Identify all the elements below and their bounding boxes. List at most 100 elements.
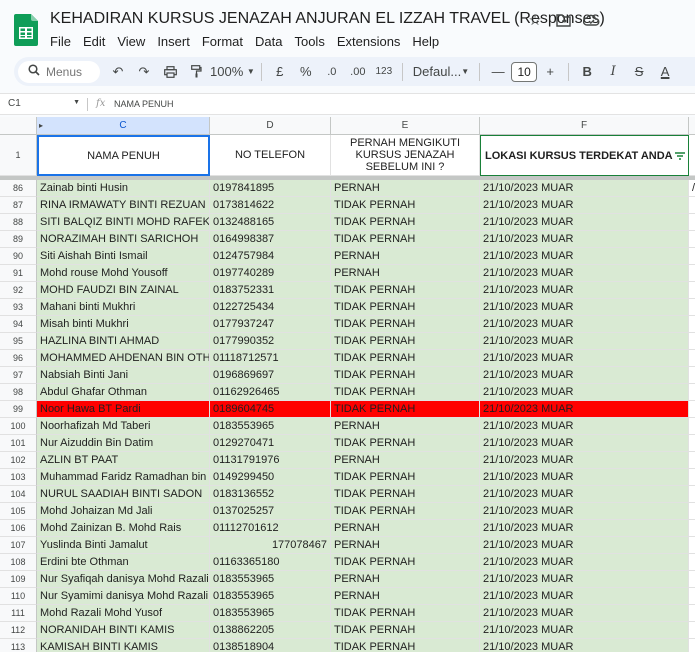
menu-view[interactable]: View (111, 32, 151, 51)
extra-cell[interactable] (689, 350, 695, 367)
extra-cell[interactable] (689, 520, 695, 537)
column-header-d[interactable]: D (210, 117, 331, 135)
pernah-cell[interactable]: TIDAK PERNAH (331, 367, 480, 384)
extra-cell[interactable] (689, 503, 695, 520)
number-format-button[interactable]: 123 (372, 60, 396, 84)
header-cell[interactable]: NAMA PENUH (37, 135, 210, 176)
pernah-cell[interactable]: PERNAH (331, 571, 480, 588)
row-header[interactable]: 93 (0, 299, 37, 316)
phone-cell[interactable]: 177078467 (210, 537, 331, 554)
extra-cell[interactable] (689, 537, 695, 554)
name-cell[interactable]: Yuslinda Binti Jamalut (37, 537, 210, 554)
row-header[interactable]: 105 (0, 503, 37, 520)
extra-cell[interactable] (689, 435, 695, 452)
lokasi-cell[interactable]: 21/10/2023 MUAR (480, 571, 689, 588)
row-header[interactable]: 87 (0, 197, 37, 214)
phone-cell[interactable]: 0197841895 (210, 180, 331, 197)
row-header[interactable]: 104 (0, 486, 37, 503)
row-header[interactable]: 109 (0, 571, 37, 588)
row-header[interactable]: 89 (0, 231, 37, 248)
lokasi-cell[interactable]: 21/10/2023 MUAR (480, 520, 689, 537)
pernah-cell[interactable]: TIDAK PERNAH (331, 197, 480, 214)
name-cell[interactable]: Nur Syamimi danisya Mohd Razali (37, 588, 210, 605)
name-cell[interactable]: Mohd rouse Mohd Yousoff (37, 265, 210, 282)
pernah-cell[interactable]: TIDAK PERNAH (331, 384, 480, 401)
extra-cell[interactable] (689, 605, 695, 622)
name-cell[interactable]: Mahani binti Mukhri (37, 299, 210, 316)
pernah-cell[interactable]: PERNAH (331, 180, 480, 197)
pernah-cell[interactable]: TIDAK PERNAH (331, 469, 480, 486)
phone-cell[interactable]: 01118712571 (210, 350, 331, 367)
paint-format-icon[interactable] (184, 60, 208, 84)
phone-cell[interactable]: 01162926465 (210, 384, 331, 401)
lokasi-cell[interactable]: 21/10/2023 MUAR (480, 401, 689, 418)
extra-cell[interactable] (689, 469, 695, 486)
extra-cell[interactable] (689, 486, 695, 503)
lokasi-cell[interactable]: 21/10/2023 MUAR (480, 435, 689, 452)
row-header[interactable]: 110 (0, 588, 37, 605)
text-color-button[interactable]: A (653, 60, 677, 84)
name-cell[interactable]: Misah binti Mukhri (37, 316, 210, 333)
pernah-cell[interactable]: PERNAH (331, 520, 480, 537)
name-cell[interactable]: Noor Hawa BT Pardi (37, 401, 210, 418)
extra-cell[interactable] (689, 571, 695, 588)
lokasi-cell[interactable]: 21/10/2023 MUAR (480, 554, 689, 571)
pernah-cell[interactable]: PERNAH (331, 248, 480, 265)
lokasi-cell[interactable]: 21/10/2023 MUAR (480, 605, 689, 622)
undo-icon[interactable]: ↶ (106, 60, 130, 84)
menu-insert[interactable]: Insert (151, 32, 196, 51)
pernah-cell[interactable]: TIDAK PERNAH (331, 214, 480, 231)
filter-icon[interactable] (675, 151, 685, 163)
row-header[interactable]: 101 (0, 435, 37, 452)
extra-cell[interactable] (689, 639, 695, 652)
name-cell[interactable]: Nabsiah Binti Jani (37, 367, 210, 384)
bold-button[interactable]: B (575, 60, 599, 84)
header-cell[interactable]: LOKASI KURSUS TERDEKAT ANDA (480, 135, 689, 176)
phone-cell[interactable]: 01131791976 (210, 452, 331, 469)
name-cell[interactable]: MOHAMMED AHDENAN BIN OTHMAN (37, 350, 210, 367)
phone-cell[interactable]: 0124757984 (210, 248, 331, 265)
phone-cell[interactable]: 01163365180 (210, 554, 331, 571)
name-cell[interactable]: MOHD FAUDZI BIN ZAINAL (37, 282, 210, 299)
phone-cell[interactable]: 0122725434 (210, 299, 331, 316)
row-header[interactable]: 113 (0, 639, 37, 652)
row-header[interactable]: 91 (0, 265, 37, 282)
extra-cell[interactable] (689, 214, 695, 231)
name-cell[interactable]: AZLIN BT PAAT (37, 452, 210, 469)
column-header-f[interactable]: F (480, 117, 689, 135)
sheets-logo-icon[interactable] (14, 14, 38, 46)
name-cell[interactable]: Nur Syafiqah danisya Mohd Razali (37, 571, 210, 588)
phone-cell[interactable]: 0183553965 (210, 605, 331, 622)
name-cell[interactable]: Nur Aizuddin Bin Datim (37, 435, 210, 452)
column-header-e[interactable]: E (331, 117, 480, 135)
name-cell[interactable]: Muhammad Faridz Ramadhan bin rosli (37, 469, 210, 486)
lokasi-cell[interactable]: 21/10/2023 MUAR (480, 452, 689, 469)
phone-cell[interactable]: 0189604745 (210, 401, 331, 418)
name-cell[interactable]: Mohd Johaizan Md Jali (37, 503, 210, 520)
menu-data[interactable]: Data (249, 32, 288, 51)
row-header[interactable]: 96 (0, 350, 37, 367)
lokasi-cell[interactable]: 21/10/2023 MUAR (480, 282, 689, 299)
row-header[interactable]: 112 (0, 622, 37, 639)
row-header[interactable]: 95 (0, 333, 37, 350)
lokasi-cell[interactable]: 21/10/2023 MUAR (480, 469, 689, 486)
pernah-cell[interactable]: PERNAH (331, 418, 480, 435)
menu-extensions[interactable]: Extensions (331, 32, 407, 51)
strikethrough-button[interactable]: S (627, 60, 651, 84)
pernah-cell[interactable]: TIDAK PERNAH (331, 231, 480, 248)
pernah-cell[interactable]: TIDAK PERNAH (331, 401, 480, 418)
pernah-cell[interactable]: PERNAH (331, 265, 480, 282)
formula-input[interactable]: NAMA PENUH (114, 99, 174, 109)
extra-cell[interactable] (689, 282, 695, 299)
name-cell[interactable]: Siti Aishah Binti Ismail (37, 248, 210, 265)
phone-cell[interactable]: 0177990352 (210, 333, 331, 350)
lokasi-cell[interactable]: 21/10/2023 MUAR (480, 350, 689, 367)
row-header[interactable]: 88 (0, 214, 37, 231)
row-header[interactable]: 97 (0, 367, 37, 384)
pernah-cell[interactable]: TIDAK PERNAH (331, 333, 480, 350)
menu-search[interactable] (18, 60, 100, 83)
menu-format[interactable]: Format (196, 32, 249, 51)
pernah-cell[interactable]: PERNAH (331, 537, 480, 554)
lokasi-cell[interactable]: 21/10/2023 MUAR (480, 197, 689, 214)
pernah-cell[interactable]: TIDAK PERNAH (331, 554, 480, 571)
